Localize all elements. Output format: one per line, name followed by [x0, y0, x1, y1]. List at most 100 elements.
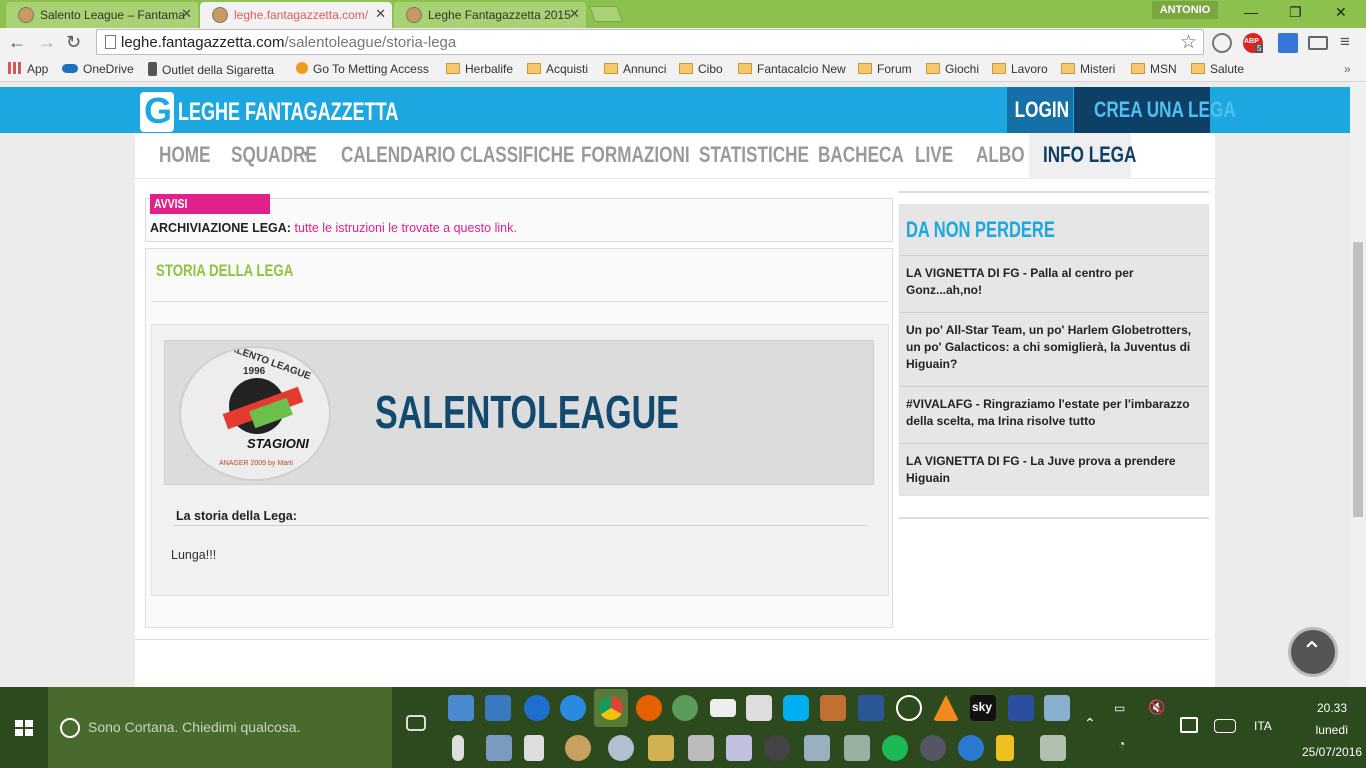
globe-dark-icon[interactable] [920, 735, 946, 761]
reload-icon[interactable]: ↻ [66, 32, 81, 53]
network-computer-icon[interactable] [1044, 695, 1070, 721]
nav-live[interactable]: LIVE [915, 133, 964, 179]
tray-overflow-icon[interactable]: ⌃ [1084, 715, 1110, 741]
bookmark-folder-fantacalcio[interactable]: Fantacalcio New [738, 62, 846, 76]
store-icon[interactable] [746, 695, 772, 721]
globe-icon[interactable] [1212, 33, 1232, 53]
bookmark-star-icon[interactable]: ☆ [1180, 31, 1197, 54]
minimize-icon[interactable]: — [1244, 4, 1258, 20]
cast-icon[interactable] [1308, 36, 1328, 50]
wifi-icon[interactable]: ◔ [1118, 737, 1144, 763]
notifications-icon[interactable] [1180, 717, 1198, 733]
bookmark-folder-herbalife[interactable]: Herbalife [446, 62, 513, 76]
adblock-icon[interactable]: ABP 5 [1243, 33, 1264, 53]
cortana-search-box[interactable]: Sono Cortana. Chiedimi qualcosa. [48, 687, 392, 768]
chrome-taskbar-button[interactable] [594, 689, 628, 727]
scroll-to-top-button[interactable]: ⌃ [1288, 627, 1338, 677]
scissors-icon[interactable] [726, 735, 752, 761]
computer-icon[interactable] [448, 695, 474, 721]
tab-close-icon[interactable]: ✕ [569, 6, 580, 22]
word-icon[interactable] [858, 695, 884, 721]
bookmark-folder-msn[interactable]: MSN [1131, 62, 1177, 76]
fantagazzetta-logo-icon[interactable]: G [140, 90, 174, 132]
start-button[interactable] [0, 687, 48, 768]
back-icon[interactable]: ← [8, 32, 26, 53]
paint-icon[interactable] [565, 735, 591, 761]
help-icon[interactable] [1008, 695, 1034, 721]
game-icon[interactable] [820, 695, 846, 721]
firefox-icon[interactable] [636, 695, 662, 721]
site-logo-text[interactable]: LEGHE FANTAGAZZETTA [178, 98, 398, 127]
news-item[interactable]: Un po' All-Star Team, un po' Harlem Glob… [900, 312, 1208, 386]
bookmark-folder-lavoro[interactable]: Lavoro [992, 62, 1048, 76]
browser-tab-3[interactable]: Leghe Fantagazzetta 2015 ✕ [394, 2, 586, 28]
close-window-icon[interactable]: ✕ [1335, 4, 1347, 21]
volume-mute-icon[interactable]: 🔇 [1148, 699, 1174, 725]
bookmark-folder-giochi[interactable]: Giochi [926, 62, 979, 76]
document-icon[interactable] [804, 735, 830, 761]
login-button[interactable]: LOGIN [1007, 87, 1073, 133]
tool-icon[interactable] [688, 735, 714, 761]
new-tab-button[interactable] [589, 6, 623, 22]
notice-link[interactable]: tutte le istruzioni le trovate a questo … [294, 221, 516, 235]
installer-icon[interactable] [1040, 735, 1066, 761]
bookmark-folder-cibo[interactable]: Cibo [679, 62, 723, 76]
skype-icon[interactable] [783, 695, 809, 721]
vlc-icon[interactable] [933, 695, 959, 721]
bookmark-folder-annunci[interactable]: Annunci [604, 62, 666, 76]
bookmark-folder-salute[interactable]: Salute [1191, 62, 1244, 76]
news-item[interactable]: LA VIGNETTA DI FG - La Juve prova a pren… [900, 443, 1208, 500]
tab-close-icon[interactable]: ✕ [375, 6, 386, 22]
bookmark-folder-acquisti[interactable]: Acquisti [527, 62, 588, 76]
mail-icon[interactable] [710, 699, 736, 717]
bookmark-gotomeeting[interactable]: Go To Metting Access [296, 62, 429, 76]
tab-close-icon[interactable]: ✕ [181, 6, 192, 22]
clock[interactable]: 20.33 lunedì 25/07/2016 [1302, 697, 1362, 763]
language-indicator[interactable]: ITA [1254, 719, 1272, 733]
nav-home[interactable]: HOME [159, 133, 225, 179]
nav-label: ALBO [976, 142, 1025, 167]
microphone-icon[interactable] [452, 735, 464, 761]
sky-icon[interactable]: sky [970, 695, 996, 721]
nav-info-lega[interactable]: INFO LEGA [1029, 133, 1136, 179]
notes-icon[interactable] [648, 735, 674, 761]
create-league-button[interactable]: CREA UNA LEGA [1074, 87, 1236, 133]
clock-icon[interactable] [896, 695, 922, 721]
bookmark-onedrive[interactable]: OneDrive [62, 62, 134, 76]
internet-explorer-icon[interactable] [560, 695, 586, 721]
media-player-icon[interactable] [764, 735, 790, 761]
profile-name[interactable]: ANTONIO [1152, 1, 1218, 19]
bookmark-folder-forum[interactable]: Forum [858, 62, 912, 76]
file-explorer-icon[interactable] [996, 735, 1014, 761]
menu-icon[interactable]: ≡ [1340, 32, 1350, 52]
page-scrollbar[interactable] [1350, 82, 1366, 687]
forward-icon[interactable]: → [38, 32, 56, 53]
bookmark-folder-misteri[interactable]: Misteri [1061, 62, 1115, 76]
scrollbar-thumb[interactable] [1353, 242, 1363, 517]
calculator-icon[interactable] [524, 735, 544, 761]
nav-bacheca[interactable]: BACHECA [818, 133, 928, 179]
spotify-icon[interactable] [882, 735, 908, 761]
news-item[interactable]: #VIVALAFG - Ringraziamo l'estate per l'i… [900, 386, 1208, 443]
screen-extension-icon[interactable] [1278, 33, 1298, 53]
lightning-icon[interactable] [958, 735, 984, 761]
url-text[interactable]: leghe.fantagazzetta.com/salentoleague/st… [121, 34, 456, 51]
address-bar[interactable]: leghe.fantagazzetta.com/salentoleague/st… [96, 29, 1204, 55]
browser-tab-2[interactable]: leghe.fantagazzetta.com/ ✕ [200, 2, 392, 28]
chart-app-icon[interactable] [844, 735, 870, 761]
bookmark-outlet[interactable]: Outlet della Sigaretta [148, 62, 274, 77]
bookmarks-overflow-icon[interactable]: » [1344, 62, 1351, 76]
task-view-icon[interactable] [406, 715, 426, 731]
network-globe-icon[interactable] [672, 695, 698, 721]
control-panel-icon[interactable] [485, 695, 511, 721]
news-item[interactable]: LA VIGNETTA DI FG - Palla al centro per … [900, 255, 1208, 312]
paint-3d-icon[interactable] [608, 735, 634, 761]
edge-icon[interactable] [524, 695, 550, 721]
touch-keyboard-icon[interactable] [1214, 719, 1236, 733]
battery-icon[interactable]: ▭ [1114, 701, 1140, 727]
restore-icon[interactable]: ❐ [1289, 4, 1302, 21]
bookmark-app[interactable]: App [8, 62, 48, 76]
keyboard-icon[interactable] [486, 735, 512, 761]
browser-tab-1[interactable]: Salento League – Fantama ✕ [6, 2, 198, 28]
nav-squadre[interactable]: SQUADRE ▾ [231, 133, 341, 179]
